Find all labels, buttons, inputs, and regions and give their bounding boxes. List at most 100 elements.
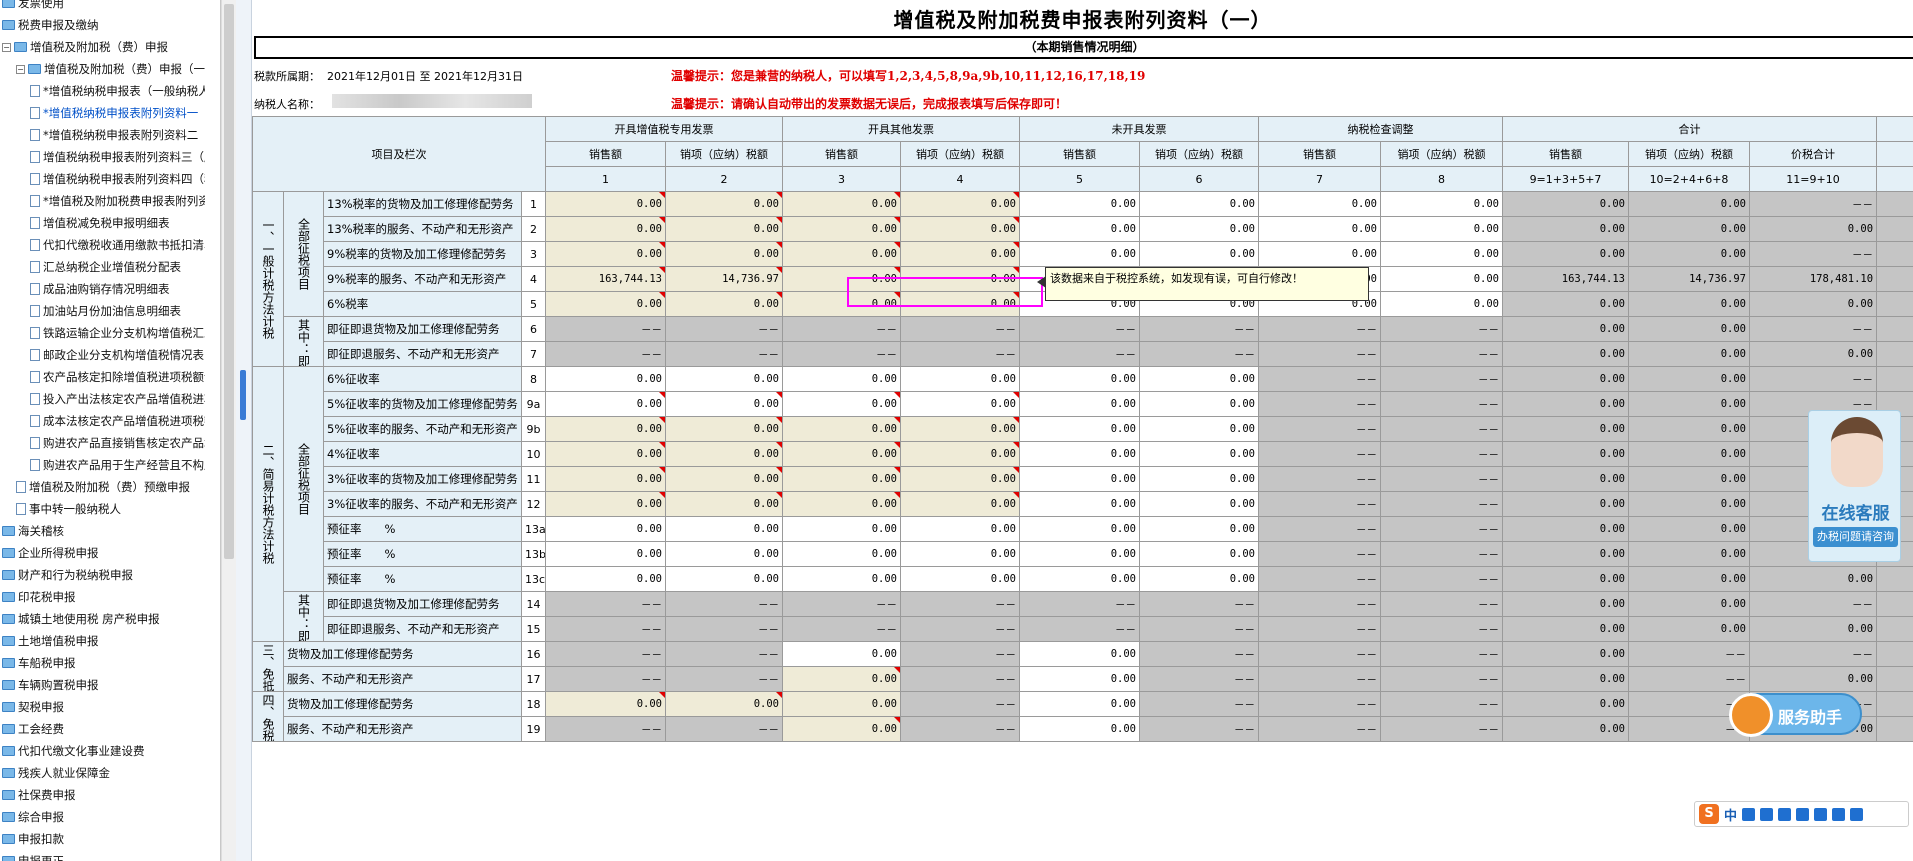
cell-value[interactable]: 0.00 [782, 566, 901, 592]
sidebar-item[interactable]: 综合申报 [0, 806, 205, 828]
cell-value[interactable]: 14,736.97 [665, 266, 783, 292]
cell-value[interactable]: 0.00 [900, 516, 1020, 542]
cell-value[interactable]: 0.00 [665, 516, 783, 542]
sidebar-item[interactable]: 申报更正 [0, 850, 205, 861]
cell-value[interactable]: 0.00 [545, 491, 666, 517]
emoji-icon[interactable] [1760, 807, 1774, 821]
collapse-sidebar-handle[interactable] [240, 370, 246, 420]
sidebar-item[interactable]: 增值税减免税申报明细表 [0, 212, 205, 234]
cell-value[interactable]: 0.00 [665, 441, 783, 467]
cell-value[interactable]: 0.00 [1380, 291, 1503, 317]
sidebar-item[interactable]: 增值税及附加税（费）预缴申报 [0, 476, 205, 498]
cell-value[interactable]: 0.00 [1139, 216, 1259, 242]
sidebar-item[interactable]: *增值税纳税申报表（一般纳税人 [0, 80, 205, 102]
sidebar-item[interactable]: 成品油购销存情况明细表 [0, 278, 205, 300]
cell-value[interactable]: 0.00 [782, 516, 901, 542]
cell-value[interactable]: 0.00 [782, 716, 901, 742]
cell-value[interactable]: 0.00 [545, 241, 666, 267]
sidebar-scrollbar[interactable] [221, 0, 236, 861]
cell-value[interactable]: 0.00 [900, 541, 1020, 567]
cell-value[interactable]: 0.00 [1139, 416, 1259, 442]
cell-value[interactable]: 0.00 [782, 366, 901, 392]
cell-value[interactable]: 0.00 [900, 566, 1020, 592]
cell-value[interactable]: 0.00 [1019, 516, 1140, 542]
sidebar-item[interactable]: 申报扣款 [0, 828, 205, 850]
sidebar-item[interactable]: 购进农产品直接销售核定农产品增 [0, 432, 205, 454]
cell-value[interactable]: 0.00 [1139, 491, 1259, 517]
cell-value[interactable]: 0.00 [1019, 566, 1140, 592]
cell-value[interactable]: 0.00 [665, 691, 783, 717]
tree-collapse-icon[interactable]: − [2, 42, 11, 52]
toolbox-icon[interactable] [1850, 807, 1864, 821]
sidebar-item[interactable]: 增值税纳税申报表附列资料三（服 [0, 146, 205, 168]
sidebar-item[interactable]: 社保费申报 [0, 784, 205, 806]
cell-value[interactable]: 0.00 [1019, 366, 1140, 392]
sidebar-item[interactable]: 成本法核定农产品增值税进项税额 [0, 410, 205, 432]
sidebar-item[interactable]: 财产和行为税纳税申报 [0, 564, 205, 586]
sidebar-item[interactable]: 海关稽核 [0, 520, 205, 542]
cell-value[interactable]: 0.00 [900, 391, 1020, 417]
sidebar-item[interactable]: 农产品核定扣除增值税进项税额计 [0, 366, 205, 388]
cell-value[interactable]: 0.00 [900, 366, 1020, 392]
cell-value[interactable]: 0.00 [665, 416, 783, 442]
cell-value[interactable]: 0.00 [900, 216, 1020, 242]
cell-value[interactable]: 0.00 [900, 416, 1020, 442]
sidebar-item[interactable]: 增值税纳税申报表附列资料四（税 [0, 168, 205, 190]
sidebar-scroll-thumb[interactable] [224, 4, 234, 559]
cell-value[interactable]: 0.00 [1380, 241, 1503, 267]
sidebar-item[interactable]: 企业所得税申报 [0, 542, 205, 564]
cell-value[interactable]: 0.00 [782, 391, 901, 417]
cell-value[interactable]: 0.00 [1019, 666, 1140, 692]
sidebar-item[interactable]: 铁路运输企业分支机构增值税汇总 [0, 322, 205, 344]
ime-toolbar[interactable]: S 中 [1694, 801, 1909, 827]
cell-value[interactable]: 0.00 [545, 416, 666, 442]
sidebar-item[interactable]: *增值税纳税申报表附列资料二（ [0, 124, 205, 146]
tree-collapse-icon[interactable]: − [16, 64, 25, 74]
cell-value[interactable]: 0.00 [665, 291, 783, 317]
cell-value[interactable]: 0.00 [782, 191, 901, 217]
cell-value[interactable]: 0.00 [545, 191, 666, 217]
cell-value[interactable]: 0.00 [1258, 191, 1381, 217]
cell-value[interactable]: 0.00 [545, 466, 666, 492]
cell-value[interactable]: 0.00 [545, 291, 666, 317]
cell-value[interactable]: 0.00 [1258, 241, 1381, 267]
cell-value[interactable]: 0.00 [782, 491, 901, 517]
cell-value[interactable]: 0.00 [545, 691, 666, 717]
online-service-widget[interactable]: 在线客服 办税问题请咨询 [1808, 410, 1901, 562]
cell-value[interactable]: 0.00 [900, 441, 1020, 467]
cell-value[interactable]: 0.00 [545, 441, 666, 467]
cell-value[interactable]: 0.00 [545, 391, 666, 417]
cell-value[interactable]: 0.00 [1139, 391, 1259, 417]
cell-value[interactable]: 0.00 [1380, 216, 1503, 242]
sidebar-item[interactable]: − 增值税及附加税（费）申报 [0, 36, 205, 58]
sidebar-item[interactable]: 购进农产品用于生产经营且不构成 [0, 454, 205, 476]
cell-value[interactable]: 0.00 [1019, 441, 1140, 467]
cell-value[interactable]: 0.00 [1019, 191, 1140, 217]
cell-value[interactable]: 0.00 [900, 491, 1020, 517]
cell-value[interactable]: 0.00 [1380, 191, 1503, 217]
cell-value[interactable]: 0.00 [545, 541, 666, 567]
sidebar-item[interactable]: 土地增值税申报 [0, 630, 205, 652]
cell-value[interactable]: 0.00 [545, 216, 666, 242]
cell-value[interactable]: 0.00 [545, 366, 666, 392]
panel-splitter[interactable] [236, 0, 252, 861]
sidebar-item[interactable]: 汇总纳税企业增值税分配表 [0, 256, 205, 278]
cell-value[interactable]: 0.00 [1019, 391, 1140, 417]
user-icon[interactable] [1814, 807, 1828, 821]
sidebar-item[interactable]: 契税申报 [0, 696, 205, 718]
sidebar-item[interactable]: 税费申报及缴纳 [0, 14, 205, 36]
cell-value[interactable]: 0.00 [665, 541, 783, 567]
cell-value[interactable]: 0.00 [1019, 241, 1140, 267]
cell-value[interactable]: 0.00 [1258, 216, 1381, 242]
cell-value[interactable]: 0.00 [1019, 716, 1140, 742]
cell-value[interactable]: 0.00 [1139, 441, 1259, 467]
cell-value[interactable]: 0.00 [782, 241, 901, 267]
cell-value[interactable]: 0.00 [1019, 466, 1140, 492]
sidebar-item[interactable]: 投入产出法核定农产品增值税进项 [0, 388, 205, 410]
cell-value[interactable]: 0.00 [782, 466, 901, 492]
cell-value[interactable]: 0.00 [1019, 216, 1140, 242]
cell-value[interactable]: 0.00 [1019, 416, 1140, 442]
sidebar-item[interactable]: 车辆购置税申报 [0, 674, 205, 696]
sidebar-item[interactable]: 工会经费 [0, 718, 205, 740]
sidebar-item[interactable]: 代扣代缴文化事业建设费 [0, 740, 205, 762]
